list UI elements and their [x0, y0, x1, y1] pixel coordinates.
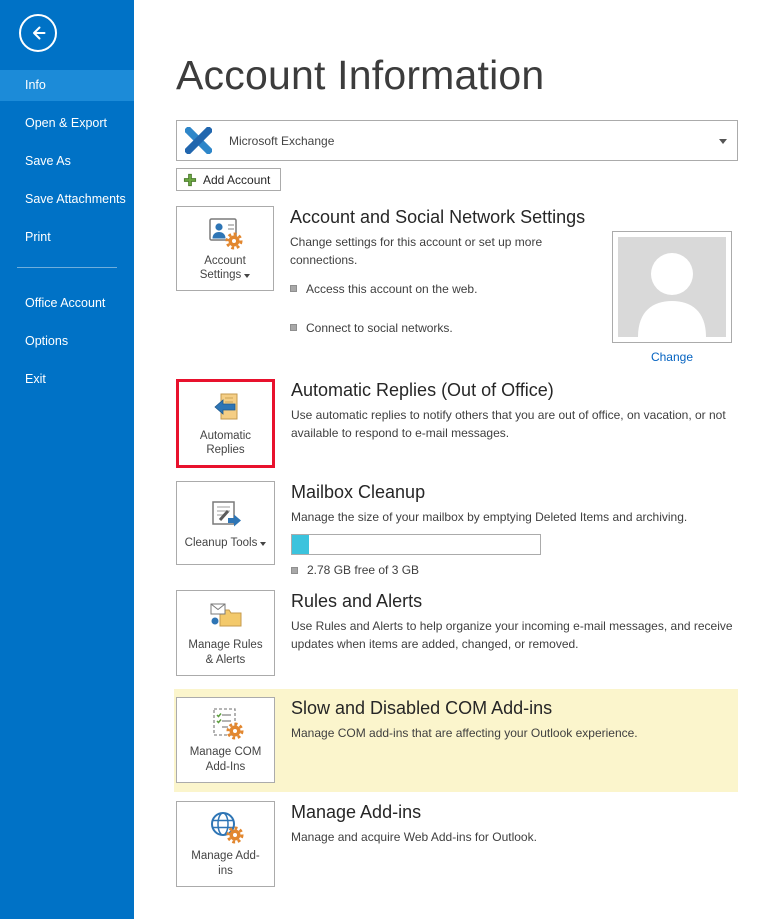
section-description: Manage the size of your mailbox by empty… [291, 508, 738, 526]
automatic-replies-button[interactable]: Automatic Replies [176, 379, 275, 469]
sidebar-item-info[interactable]: Info [0, 70, 134, 101]
tile-label: Manage COM Add-Ins [185, 745, 267, 775]
manage-addins-button[interactable]: Manage Add-ins [176, 801, 275, 887]
section-com-addins: Manage COM Add-Ins Slow and Disabled COM… [176, 697, 730, 783]
sidebar-item-save-attachments[interactable]: Save Attachments [0, 184, 134, 215]
section-description: Change settings for this account or set … [290, 233, 612, 269]
tile-label: Cleanup Tools [185, 536, 267, 551]
user-photo-placeholder [612, 231, 732, 343]
sidebar-divider [17, 267, 117, 268]
person-silhouette-icon [618, 237, 726, 337]
com-addins-icon [208, 705, 244, 741]
account-settings-button[interactable]: Account Settings [176, 206, 274, 292]
section-description: Manage and acquire Web Add-ins for Outlo… [291, 828, 738, 846]
bullet-item: Connect to social networks. [290, 321, 612, 335]
add-account-label: Add Account [203, 173, 270, 187]
section-description: Use Rules and Alerts to help organize yo… [291, 617, 738, 653]
bullet-item: Access this account on the web. [290, 282, 612, 296]
user-photo-area: Change [612, 231, 732, 366]
account-settings-icon [207, 214, 243, 250]
add-account-button[interactable]: Add Account [176, 168, 281, 191]
storage-info: 2.78 GB free of 3 GB [291, 563, 738, 577]
bullet-icon [290, 285, 297, 292]
tile-label: Automatic Replies [185, 429, 267, 459]
section-mailbox-cleanup: Cleanup Tools Mailbox Cleanup Manage the… [176, 481, 738, 577]
cleanup-tools-button[interactable]: Cleanup Tools [176, 481, 275, 565]
rules-alerts-icon [208, 598, 244, 634]
section-description: Manage COM add-ins that are affecting yo… [291, 724, 730, 742]
manage-com-addins-button[interactable]: Manage COM Add-Ins [176, 697, 275, 783]
change-photo-link[interactable]: Change [651, 350, 693, 364]
page-title: Account Information [176, 52, 738, 99]
mailbox-usage-fill [292, 535, 309, 554]
section-title: Automatic Replies (Out of Office) [291, 380, 738, 401]
manage-rules-alerts-button[interactable]: Manage Rules & Alerts [176, 590, 275, 676]
sidebar-item-print[interactable]: Print [0, 222, 134, 253]
plus-icon [183, 173, 197, 187]
web-addins-icon [208, 809, 244, 845]
bullet-icon [291, 567, 298, 574]
storage-text: 2.78 GB free of 3 GB [307, 563, 419, 577]
section-title: Slow and Disabled COM Add-ins [291, 698, 730, 719]
section-description: Use automatic replies to notify others t… [291, 406, 738, 442]
tile-label: Manage Rules & Alerts [185, 638, 267, 668]
section-title: Manage Add-ins [291, 802, 738, 823]
bullet-text: Access this account on the web. [306, 282, 477, 296]
account-selector-value: Microsoft Exchange [229, 134, 334, 148]
cleanup-tools-icon [208, 496, 244, 532]
exchange-icon [185, 127, 212, 154]
section-title: Mailbox Cleanup [291, 482, 738, 503]
backstage-nav: Info Open & Export Save As Save Attachme… [0, 70, 134, 402]
sidebar-item-office-account[interactable]: Office Account [0, 288, 134, 319]
section-automatic-replies: Automatic Replies Automatic Replies (Out… [176, 379, 738, 469]
sidebar-item-save-as[interactable]: Save As [0, 146, 134, 177]
sidebar-item-options[interactable]: Options [0, 326, 134, 357]
section-account-settings: Account Settings Account and Social Netw… [176, 206, 738, 366]
section-manage-addins: Manage Add-ins Manage Add-ins Manage and… [176, 801, 738, 887]
dropdown-caret-icon [244, 274, 250, 278]
sections: Account Settings Account and Social Netw… [176, 206, 738, 888]
section-rules-alerts: Manage Rules & Alerts Rules and Alerts U… [176, 590, 738, 676]
tile-label: Account Settings [184, 254, 266, 284]
outlook-backstage-window: Info Open & Export Save As Save Attachme… [0, 0, 778, 919]
mailbox-usage-bar [291, 534, 541, 555]
com-addins-highlight-band: Manage COM Add-Ins Slow and Disabled COM… [174, 689, 738, 792]
bullet-icon [290, 324, 297, 331]
backstage-sidebar: Info Open & Export Save As Save Attachme… [0, 0, 134, 919]
dropdown-caret-icon [260, 542, 266, 546]
bullet-text: Connect to social networks. [306, 321, 453, 335]
sidebar-item-exit[interactable]: Exit [0, 364, 134, 395]
sidebar-item-open-export[interactable]: Open & Export [0, 108, 134, 139]
dropdown-arrow-icon [719, 139, 727, 144]
account-information-pane: Account Information Microsoft Exchange A… [134, 0, 778, 919]
back-button[interactable] [19, 14, 57, 52]
section-title: Account and Social Network Settings [290, 207, 612, 228]
account-selector[interactable]: Microsoft Exchange [176, 120, 738, 161]
back-arrow-icon [28, 23, 48, 43]
section-title: Rules and Alerts [291, 591, 738, 612]
automatic-replies-icon [208, 389, 244, 425]
tile-label: Manage Add-ins [185, 849, 267, 879]
